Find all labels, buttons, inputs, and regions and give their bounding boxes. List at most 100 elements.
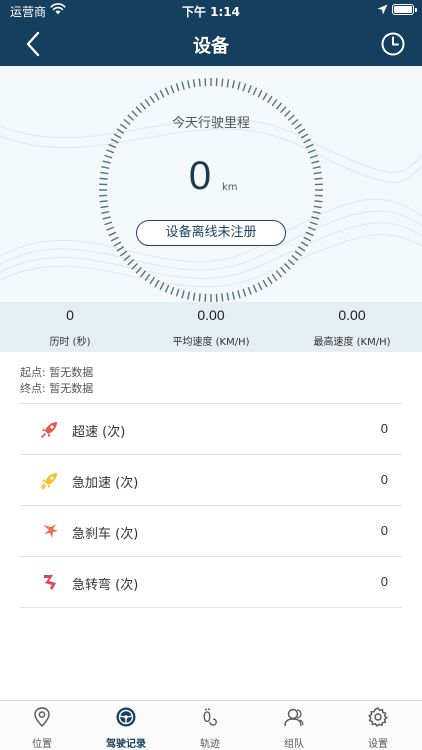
gauge-tick — [144, 273, 151, 282]
gauge-tick — [231, 80, 235, 89]
gauge-tick — [314, 177, 323, 180]
gauge-tick — [104, 221, 113, 226]
event-row-speeding[interactable]: 超速 (次) 0 — [20, 404, 402, 454]
tab-label: 位置 — [32, 739, 52, 750]
event-row-hard-braking[interactable]: 急刹车 (次) 0 — [20, 506, 402, 556]
gauge-tick — [257, 282, 263, 291]
driving-stats: 0 历时 (秒) 0.00 平均速度 (KM/H) 0.00 最高速度 (KM/… — [0, 302, 422, 352]
gauge-tick — [226, 292, 230, 301]
device-status-button[interactable]: 设备离线未注册 — [136, 220, 286, 246]
tab-label: 轨迹 — [200, 739, 220, 750]
lightning-rocket-icon — [40, 473, 57, 490]
mileage-unit: km — [222, 182, 238, 193]
gauge-tick — [113, 241, 122, 247]
gauge-tick — [303, 138, 312, 144]
event-row-rapid-acceleration[interactable]: 急加速 (次) 0 — [20, 455, 402, 505]
gauge-tick — [287, 259, 295, 266]
gauge-tick — [305, 231, 314, 237]
gauge-tick — [159, 89, 165, 98]
tab-label: 设置 — [368, 739, 388, 750]
history-clock-button[interactable] — [380, 31, 406, 57]
gauge-tick — [192, 79, 196, 88]
tab-team[interactable]: 组队 — [252, 701, 336, 750]
gauge-tick — [100, 205, 109, 209]
gauge-tick — [102, 216, 111, 220]
gauge-tick — [307, 149, 316, 154]
event-row-sharp-turn[interactable]: 急转弯 (次) 0 — [20, 557, 402, 607]
end-address: 终点: 暂无数据 — [20, 382, 94, 395]
event-label: 超速 (次) — [72, 425, 126, 440]
duration-value: 0 — [66, 307, 74, 323]
clock-time: 下午 1:14 — [181, 5, 241, 19]
gauge-tick — [262, 279, 268, 288]
gauge-tick — [252, 284, 258, 293]
gauge-tick — [149, 95, 155, 104]
gauge-tick — [106, 149, 115, 154]
gauge-tick — [226, 79, 230, 88]
gauge-tick — [303, 236, 312, 242]
gauge-tick — [116, 246, 125, 252]
gauge-tick — [305, 143, 314, 149]
gear-icon — [368, 707, 388, 727]
steering-wheel-icon — [116, 707, 136, 727]
tab-bar: 位置 驾驶记录 轨迹 组队 设置 — [0, 700, 422, 750]
gauge-tick — [275, 270, 283, 278]
tab-label: 组队 — [284, 739, 304, 750]
gauge-tick — [267, 276, 273, 285]
status-bar: 运营商 下午 1:14 — [0, 0, 422, 22]
location-pin-icon — [34, 707, 50, 727]
gauge-tick — [170, 286, 175, 295]
gauge-tick — [300, 241, 309, 247]
gauge-tick — [313, 171, 322, 175]
gauge-tick — [175, 288, 180, 297]
gauge-tick — [307, 226, 316, 231]
gauge-tick — [181, 290, 185, 299]
start-address: 起点: 暂无数据 — [20, 366, 94, 379]
gauge-tick — [181, 81, 185, 90]
gauge-tick — [231, 291, 235, 300]
gauge-tick — [271, 98, 278, 107]
gauge-tick — [164, 284, 170, 293]
gauge-tick — [119, 250, 128, 257]
gauge-tick — [102, 160, 111, 164]
gauge-tick — [311, 160, 320, 164]
gauge-tick — [144, 98, 151, 107]
tab-track[interactable]: 轨迹 — [168, 701, 252, 750]
gauge-tick — [123, 254, 131, 262]
page-title: 设备 — [193, 36, 229, 57]
brake-icon — [43, 524, 58, 538]
tab-driving-record[interactable]: 驾驶记录 — [84, 701, 168, 750]
mileage-value: 0 — [188, 154, 212, 198]
gauge-tick — [312, 210, 321, 214]
gauge-tick — [154, 279, 160, 288]
gauge-tick — [314, 200, 323, 203]
tab-settings[interactable]: 设置 — [336, 701, 420, 750]
gauge-tick — [135, 266, 142, 274]
gauge-tick — [267, 95, 273, 104]
gauge-tick — [311, 216, 320, 220]
battery-icon — [392, 4, 417, 15]
gauge-tick — [313, 205, 322, 209]
gauge-tick — [110, 138, 119, 144]
event-label: 急刹车 (次) — [72, 527, 139, 542]
gauge-tick — [275, 102, 283, 110]
mileage-dashboard: 今天行驶里程 0 km 设备离线未注册 — [0, 66, 422, 302]
nav-bar: 设备 — [0, 22, 422, 66]
gauge-tick — [139, 102, 147, 110]
header: 运营商 下午 1:14 设备 — [0, 0, 422, 66]
location-arrow-icon — [377, 4, 388, 15]
gauge-tick — [139, 270, 147, 278]
divider — [20, 607, 402, 608]
gauge-tick — [99, 200, 108, 203]
gauge-tick — [257, 89, 263, 98]
gauge-tick — [198, 78, 201, 87]
gauge-tick — [159, 282, 165, 291]
tab-location[interactable]: 位置 — [0, 701, 84, 750]
gauge-tick — [247, 286, 252, 295]
gauge-tick — [192, 292, 196, 301]
avg-speed-label: 平均速度 (KM/H) — [172, 337, 250, 348]
event-count: 0 — [380, 472, 388, 487]
gauge-tick — [164, 87, 170, 96]
gauge-tick — [127, 259, 135, 266]
gauge-tick — [99, 177, 108, 180]
